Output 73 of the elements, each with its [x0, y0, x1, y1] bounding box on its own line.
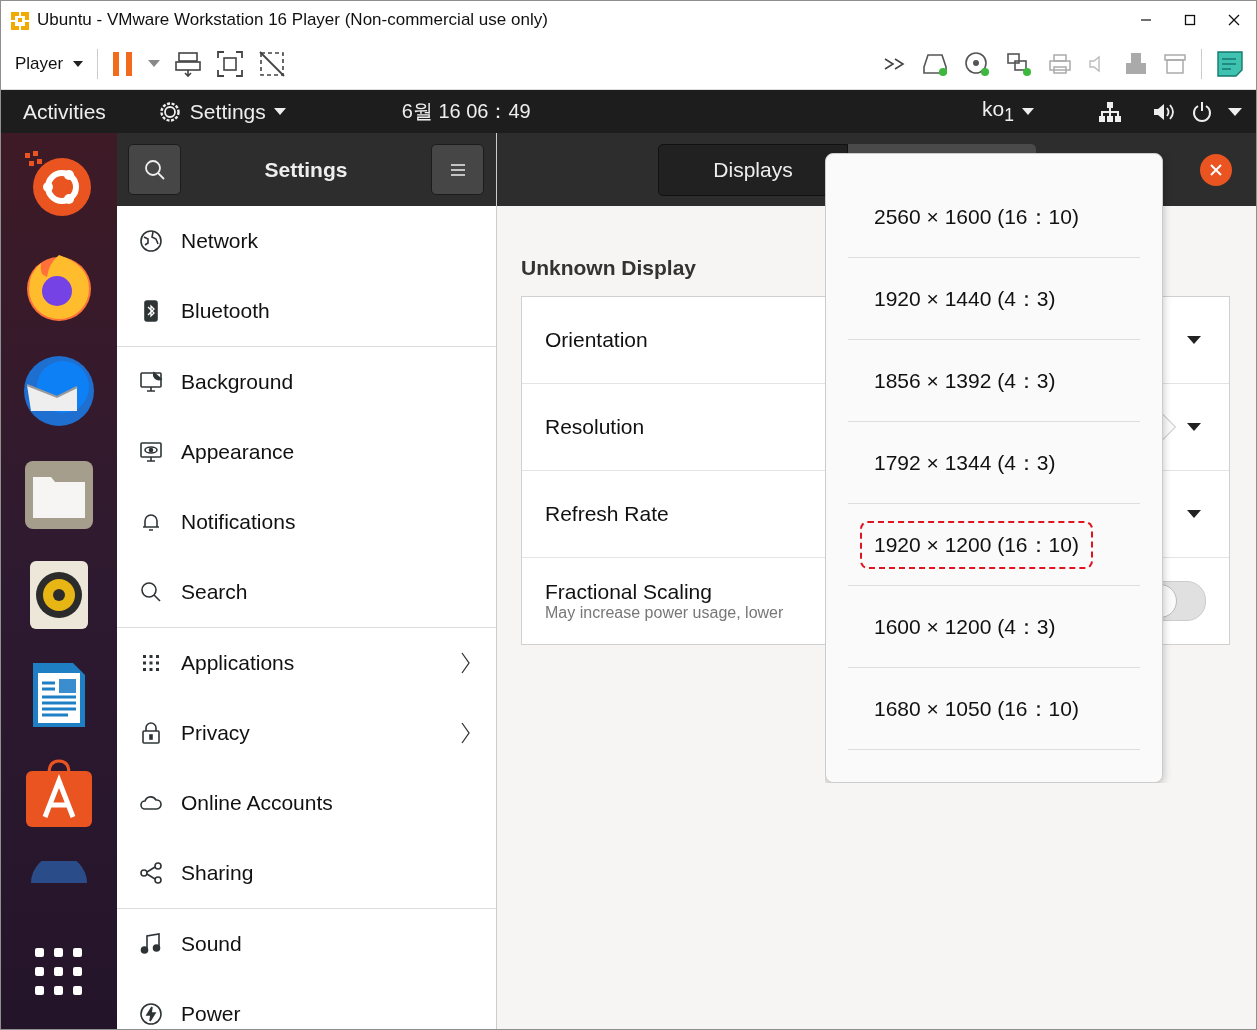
dropdown-caret-icon[interactable] — [1187, 510, 1201, 518]
row-label: Orientation — [545, 328, 648, 352]
caret-icon — [1022, 107, 1034, 116]
sidebar-item[interactable]: Applications — [117, 628, 496, 698]
resolution-option[interactable]: 2560 × 1600 (16：10) — [860, 192, 1093, 241]
sidebar-item[interactable]: Background — [117, 347, 496, 417]
clock[interactable]: 6월 16 06：49 — [401, 98, 531, 125]
resolution-option[interactable]: 1792 × 1344 (4：3) — [860, 438, 1070, 487]
sidebar-item[interactable]: Sound — [117, 909, 496, 979]
pause-icon[interactable] — [112, 51, 135, 77]
disc-icon[interactable] — [963, 51, 991, 77]
shopping-bag-icon[interactable] — [23, 759, 95, 829]
monitor-icon — [139, 370, 163, 394]
row-subtitle: May increase power usage, lower — [545, 604, 784, 622]
caret-icon — [273, 107, 286, 116]
close-icon — [1209, 162, 1223, 177]
resolution-option[interactable]: 1856 × 1392 (4：3) — [860, 356, 1070, 405]
hard-drive-icon[interactable] — [921, 51, 949, 77]
speaker-icon[interactable] — [28, 559, 90, 631]
resolution-option[interactable]: 1680 × 1050 (16：10) — [860, 684, 1093, 733]
app-grid-icon[interactable] — [34, 947, 84, 997]
row-label: Refresh Rate — [545, 502, 669, 526]
dropdown-caret-icon[interactable] — [1187, 423, 1201, 431]
unity-icon[interactable] — [258, 50, 287, 78]
network-wired-icon[interactable] — [1098, 100, 1122, 123]
close-icon[interactable] — [1228, 14, 1240, 26]
maximize-icon[interactable] — [1184, 14, 1196, 26]
resolution-option[interactable]: 1920 × 1440 (4：3) — [860, 274, 1070, 323]
folder-icon[interactable] — [23, 459, 95, 531]
sidebar-item[interactable]: Online Accounts — [117, 768, 496, 838]
section-title: Unknown Display — [521, 256, 698, 280]
caret-icon[interactable] — [1228, 107, 1242, 116]
sidebar-item[interactable]: Notifications — [117, 487, 496, 557]
fullscreen-icon[interactable] — [216, 50, 245, 78]
power-icon — [139, 1002, 163, 1026]
share-icon — [139, 861, 163, 885]
close-button[interactable] — [1200, 153, 1232, 186]
menu-button[interactable] — [431, 144, 484, 195]
caret-icon — [73, 61, 84, 67]
search-icon — [139, 580, 163, 604]
sidebar-item[interactable]: Appearance — [117, 417, 496, 487]
sidebar-item[interactable]: Bluetooth — [117, 276, 496, 346]
gear-icon — [157, 99, 182, 124]
row-label: Resolution — [545, 415, 645, 439]
app-menu[interactable]: Settings — [157, 99, 286, 124]
activities-button[interactable]: Activities — [23, 99, 106, 124]
sidebar-item[interactable]: Power — [117, 979, 496, 1029]
send-keys-icon[interactable] — [174, 50, 203, 78]
sidebar-item[interactable]: Network — [117, 206, 496, 276]
search-icon — [143, 158, 166, 181]
power-icon[interactable] — [1190, 100, 1214, 123]
lock-icon — [139, 721, 163, 745]
resolution-option[interactable]: 1600 × 1200 (4：3) — [860, 602, 1070, 651]
resolution-option[interactable]: 1920 × 1200 (16：10) — [860, 520, 1093, 569]
row-label: Fractional Scaling — [545, 580, 712, 604]
tab[interactable]: Displays — [658, 143, 848, 196]
input-source-menu[interactable]: ko$_{1}$ — [982, 96, 1034, 127]
sidebar-item[interactable]: Search — [117, 557, 496, 627]
window-title: Ubuntu - VMware Workstation 16 Player (Non-commercial use only) — [37, 10, 548, 30]
globe-icon — [139, 229, 163, 253]
sidebar-item[interactable]: Privacy — [117, 698, 496, 768]
sidebar-item[interactable]: Sharing — [117, 838, 496, 908]
network-adapter-icon[interactable] — [1005, 51, 1033, 77]
note-icon[interactable] — [1216, 50, 1244, 78]
appearance-icon — [139, 440, 163, 464]
vmware-logo-icon — [9, 9, 31, 31]
dropdown-caret-icon[interactable] — [1187, 336, 1201, 344]
sidebar-title: Settings — [263, 157, 349, 182]
forward-icon[interactable] — [883, 57, 907, 71]
note-icon — [139, 932, 163, 956]
menu-icon — [448, 161, 467, 178]
search-button[interactable] — [128, 144, 181, 195]
player-menu[interactable]: Player — [15, 54, 84, 74]
